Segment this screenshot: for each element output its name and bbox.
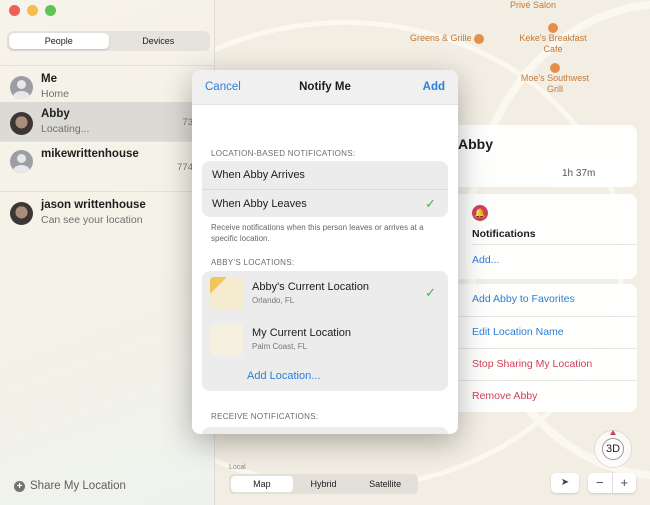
- person-name: jason writtenhouse: [41, 199, 146, 211]
- close-button[interactable]: [9, 5, 20, 16]
- person-name: Me: [41, 73, 57, 85]
- north-indicator-icon: [610, 430, 616, 435]
- poi-greens-grille[interactable]: Greens & Grille: [410, 33, 485, 44]
- section-label: ABBY'S LOCATIONS:: [211, 258, 295, 267]
- avatar: [10, 150, 33, 173]
- person-status: Locating...: [41, 123, 90, 135]
- poi-kekes[interactable]: Keke's Breakfast Cafe: [513, 22, 593, 55]
- bell-icon: 🔔: [472, 205, 488, 221]
- add-location-link[interactable]: Add Location...: [202, 363, 448, 391]
- mode-satellite[interactable]: Satellite: [354, 476, 416, 492]
- poi-prive-salon[interactable]: Privé Salon: [510, 0, 556, 11]
- person-name: mikewrittenhouse: [41, 148, 139, 160]
- add-to-favorites-link[interactable]: Add Abby to Favorites: [440, 284, 637, 316]
- share-label: Share My Location: [30, 480, 126, 492]
- tab-people[interactable]: People: [9, 33, 109, 49]
- mode-map[interactable]: Map: [231, 476, 293, 492]
- location-name: My Current Location: [252, 327, 352, 339]
- notifications-card: 🔔 Notifications Add...: [440, 194, 637, 279]
- location-name: Abby's Current Location: [252, 281, 370, 293]
- poi-moes[interactable]: Moe's Southwest Grill: [515, 62, 595, 95]
- minimize-button[interactable]: [27, 5, 38, 16]
- location-arrow-icon: ➤: [560, 477, 570, 488]
- restaurant-icon: [550, 62, 560, 73]
- actions-card: Add Abby to Favorites Edit Location Name…: [440, 284, 637, 412]
- option-arrives[interactable]: When Abby Arrives: [202, 161, 448, 189]
- avatar: [10, 112, 33, 135]
- edit-location-name-link[interactable]: Edit Location Name: [440, 316, 637, 348]
- road-label: Local: [229, 464, 246, 471]
- remove-abby-link[interactable]: Remove Abby: [440, 380, 637, 412]
- compass-control[interactable]: 3D: [594, 430, 632, 468]
- location-my-current[interactable]: My Current Location Palm Coast, FL: [202, 317, 448, 363]
- location-abbys-current[interactable]: Abby's Current Location Orlando, FL ✓: [202, 271, 448, 317]
- restaurant-icon: [474, 33, 485, 44]
- share-my-location-button[interactable]: + Share My Location: [14, 480, 126, 492]
- person-name: Abby: [41, 108, 70, 120]
- avatar: [10, 202, 33, 225]
- zoom-in-button[interactable]: +: [613, 473, 637, 493]
- map-mode-selector: Map Hybrid Satellite: [229, 474, 418, 494]
- checkmark-icon: ✓: [425, 196, 436, 211]
- 3d-button[interactable]: 3D: [602, 438, 624, 460]
- notifications-title: Notifications: [472, 228, 536, 240]
- people-devices-tabs: People Devices: [7, 31, 210, 51]
- locations-list: Abby's Current Location Orlando, FL ✓ My…: [202, 271, 448, 391]
- add-button[interactable]: Add: [423, 81, 445, 93]
- zoom-controls: − +: [588, 473, 636, 493]
- dialog-title: Notify Me: [299, 81, 351, 93]
- tab-devices[interactable]: Devices: [109, 33, 209, 49]
- person-status: Home: [41, 88, 70, 100]
- zoom-button[interactable]: [45, 5, 56, 16]
- card-title: Abby: [458, 136, 493, 152]
- option-leaves[interactable]: When Abby Leaves ✓: [202, 189, 448, 217]
- person-row-abby[interactable]: Abby Locating... 73: [0, 102, 215, 142]
- sidebar: People Devices Me Home Abby Locating... …: [0, 0, 215, 505]
- mode-hybrid[interactable]: Hybrid: [293, 476, 355, 492]
- plus-circle-icon: +: [14, 480, 25, 492]
- stop-sharing-link[interactable]: Stop Sharing My Location: [440, 348, 637, 380]
- eta-text: 1h 37m: [562, 168, 596, 179]
- person-status: Can see your location: [41, 214, 143, 226]
- window-controls: [9, 5, 56, 16]
- checkmark-icon: ✓: [425, 285, 436, 300]
- restaurant-icon: [548, 22, 558, 33]
- person-distance: 774: [177, 162, 193, 173]
- notify-me-dialog: Cancel Notify Me Add LOCATION-BASED NOTI…: [192, 70, 458, 434]
- location-city: Palm Coast, FL: [252, 342, 308, 351]
- map-thumbnail: [210, 277, 243, 310]
- person-card-header: Abby 1h 37m: [440, 125, 637, 187]
- receive-options: [202, 427, 448, 434]
- notification-options: When Abby Arrives When Abby Leaves ✓: [202, 161, 448, 217]
- section-label: RECEIVE NOTIFICATIONS:: [211, 412, 319, 421]
- help-text: Receive notifications when this person l…: [211, 223, 424, 243]
- person-row-mikewrittenhouse[interactable]: mikewrittenhouse 774: [0, 142, 215, 192]
- map-thumbnail: [210, 323, 243, 356]
- current-location-button[interactable]: ➤: [551, 473, 579, 493]
- avatar: [10, 76, 33, 99]
- add-notification-link[interactable]: Add...: [472, 244, 637, 266]
- zoom-out-button[interactable]: −: [588, 473, 613, 493]
- dialog-header: Cancel Notify Me Add: [192, 70, 458, 105]
- location-city: Orlando, FL: [252, 296, 295, 305]
- person-row-jason[interactable]: jason writtenhouse Can see your location: [0, 192, 215, 242]
- section-label: LOCATION-BASED NOTIFICATIONS:: [211, 149, 356, 158]
